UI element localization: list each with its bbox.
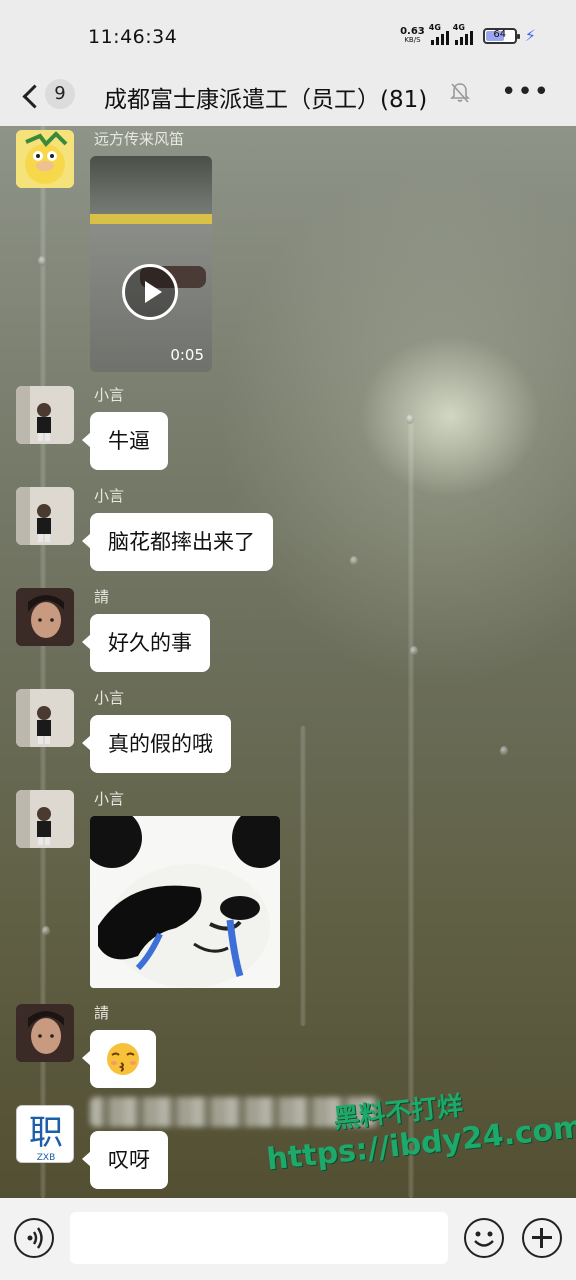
rain-drop [500, 746, 508, 756]
chat-area[interactable]: 远方传来风笛 0:05 小言 牛逼 小言 脑花都摔出来了 請 好久的事 小言 真… [0, 126, 576, 1198]
smiley-face-icon [474, 1231, 494, 1247]
signal-label-2: 4G [452, 22, 465, 32]
mute-bell-icon [450, 83, 470, 103]
kid-avatar-icon [16, 386, 74, 444]
rain-drop [38, 256, 46, 266]
net-speed-value: 0.63 [400, 25, 425, 37]
watermark: 黑料不打烊 https://ibdy24.com [0, 126, 576, 1198]
sender-name: 請 [94, 1004, 110, 1022]
avatar[interactable] [16, 487, 74, 545]
net-speed: 0.63 KB/S [400, 25, 425, 45]
sender-name: 小言 [94, 487, 125, 505]
status-time: 11:46:34 [88, 26, 178, 48]
avatar[interactable]: 职 ZXB [16, 1105, 74, 1163]
message-bubble[interactable]: 脑花都摔出来了 [82, 513, 273, 571]
kid-avatar-icon [16, 790, 74, 848]
input-bar [0, 1198, 576, 1280]
sender-name: 小言 [94, 689, 125, 707]
duck-avatar-icon [16, 130, 74, 188]
avatar-logo-text: 职 [29, 1113, 63, 1153]
signal-label-1: 4G [428, 22, 441, 32]
net-speed-unit: KB/S [404, 35, 421, 44]
rain-drop [350, 556, 358, 566]
kissing-face-emoji-icon [107, 1043, 139, 1075]
man-avatar-icon [16, 1004, 74, 1062]
avatar-logo-subtext: ZXB [37, 1153, 56, 1163]
rain-drop [410, 646, 418, 656]
voice-wave-icon [27, 1227, 43, 1249]
battery-icon: 64 [482, 27, 520, 44]
message-input[interactable] [70, 1212, 448, 1264]
rain-streak [300, 726, 306, 1026]
emoji-icon[interactable] [464, 1218, 504, 1258]
kid-avatar-icon [16, 487, 74, 545]
sender-name: 小言 [94, 386, 125, 404]
message-bubble[interactable]: 牛逼 [82, 412, 168, 470]
sticker-message[interactable] [90, 816, 280, 988]
battery-level: 64 [493, 28, 507, 40]
signal-icon: 4G [429, 23, 449, 45]
man-avatar-icon [16, 588, 74, 646]
message-bubble[interactable]: 好久的事 [82, 614, 210, 672]
emoji-message[interactable] [82, 1030, 156, 1088]
blurred-sender-name [90, 1097, 380, 1127]
rain-drop [406, 414, 414, 424]
unread-count-badge[interactable]: 9 [45, 79, 75, 109]
avatar[interactable] [16, 1004, 74, 1062]
kid-avatar-icon [16, 689, 74, 747]
status-icons: 0.63 KB/S 4G 4G 64 ⚡ [400, 23, 536, 46]
video-message[interactable]: 0:05 [90, 156, 212, 372]
rain-streak [408, 416, 414, 1198]
avatar[interactable] [16, 790, 74, 848]
voice-icon[interactable] [14, 1218, 54, 1258]
message-bubble[interactable]: 真的假的哦 [82, 715, 231, 773]
sender-name: 小言 [94, 790, 125, 808]
rain-drop [42, 926, 50, 936]
signal-icon: 4G [453, 23, 473, 45]
chat-header: 9 成都富士康派遣工（员工）(81) ••• [0, 70, 576, 126]
avatar[interactable] [16, 689, 74, 747]
more-icon[interactable]: ••• [501, 79, 550, 105]
video-duration: 0:05 [170, 346, 204, 364]
chat-title: 成都富士康派遣工（员工）(81) [104, 87, 428, 113]
avatar[interactable] [16, 588, 74, 646]
message-bubble[interactable]: 叹呀 [82, 1131, 168, 1189]
crying-panda-sticker-icon [90, 816, 280, 988]
status-bar: 11:46:34 0.63 KB/S 4G 4G 64 ⚡ [0, 0, 576, 70]
sender-name: 請 [94, 588, 110, 606]
zhi-logo-avatar-icon: 职 ZXB [17, 1106, 73, 1163]
avatar[interactable] [16, 386, 74, 444]
charging-icon: ⚡ [524, 26, 536, 45]
avatar[interactable] [16, 130, 74, 188]
plus-icon[interactable] [522, 1218, 562, 1258]
sender-name: 远方传来风笛 [94, 130, 185, 148]
play-icon[interactable] [122, 264, 178, 320]
